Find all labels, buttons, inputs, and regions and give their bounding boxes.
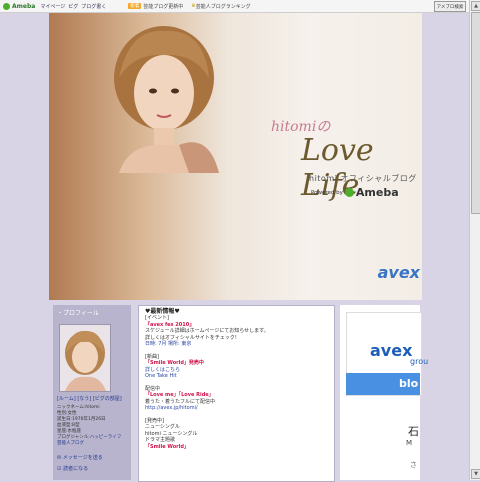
nav-pigg[interactable]: ピグ	[68, 3, 78, 10]
ameba-top-bar: Ameba マイページ ピグ ブログ書く 新着 芸能ブログ更新中 ♛ 芸能人ブロ…	[0, 0, 470, 13]
ameblo-search-button[interactable]: アメブロ検索	[434, 1, 466, 12]
ameba-leaf-icon	[3, 2, 10, 10]
ad-text-2: M	[406, 439, 413, 447]
ad-text-3: さ	[410, 461, 417, 469]
scroll-down-arrow-icon[interactable]: ▼	[471, 469, 480, 479]
blog-entry-column: ♥最新情報♥ [イベント] 『avex fes 2010』 スケジュール詳細はホ…	[138, 305, 335, 482]
profile-heading: ・プロフィール	[57, 310, 99, 317]
profile-links[interactable]: [ルーム] [なう] [ピグの部屋]	[57, 395, 127, 402]
profile-photo-image	[65, 330, 106, 391]
latest-info-entry: ♥最新情報♥ [イベント] 『avex fes 2010』 スケジュール詳細はホ…	[139, 306, 334, 453]
avex-group-sub: grou	[410, 357, 429, 366]
genre-extra-link[interactable]: 芸能人ブログ	[57, 441, 127, 447]
blog-tab[interactable]: blo	[346, 373, 420, 395]
vertical-scrollbar[interactable]: ▲ ▼	[469, 0, 480, 480]
promo-text: 芸能ブログ更新中	[143, 3, 184, 10]
avex-group-logo: avex	[370, 341, 413, 360]
nav-write-blog[interactable]: ブログ書く	[81, 3, 106, 10]
profile-info: ニックネーム:hitomi 性別:女性 誕生日:1976年1月26日 血液型:B…	[57, 405, 127, 447]
ad-text-1: 石	[408, 425, 419, 438]
header-portrait-image	[114, 26, 219, 173]
top-nav: マイページ ピグ ブログ書く	[40, 3, 106, 10]
genre-link[interactable]: ハッピーライフ	[90, 435, 122, 440]
ameba-logo[interactable]: Ameba	[3, 2, 35, 10]
ameba-leaf-icon	[344, 188, 354, 197]
scroll-up-arrow-icon[interactable]: ▲	[471, 1, 480, 11]
right-sidebar-ad: avex grou blo 石 M さ	[340, 305, 428, 480]
ranking-link[interactable]: 芸能人ブログランキング	[196, 3, 251, 10]
event-line[interactable]: 日時: 7月 場所: 東京	[145, 341, 328, 347]
new-badge: 新着	[128, 3, 142, 9]
mail-icon: ✉	[57, 455, 62, 461]
promo-link[interactable]: 新着 芸能ブログ更新中	[128, 3, 183, 10]
nav-mypage[interactable]: マイページ	[40, 3, 65, 10]
download-line[interactable]: http://avex.jp/hitomi/	[145, 405, 328, 411]
reader-icon: ☑	[57, 466, 62, 472]
profile-sidebar: ・プロフィール [ルーム] [なう] [ピグの部屋] ニックネーム:hitomi…	[53, 305, 131, 480]
powered-by-ameba: Powered by Ameba	[311, 186, 399, 199]
blog-header-banner[interactable]: hitomiの Love Life hitomi オフィシャルブログ Power…	[49, 13, 422, 300]
profile-actions: ✉ メッセージを送る ☑ 読者になる	[57, 453, 127, 475]
send-message-link[interactable]: ✉ メッセージを送る	[57, 453, 127, 464]
scroll-thumb[interactable]	[471, 12, 480, 214]
blog-subtitle: hitomi オフィシャルブログ	[309, 174, 417, 183]
avex-logo: avex	[377, 263, 420, 282]
profile-photo[interactable]	[59, 324, 111, 392]
become-reader-link[interactable]: ☑ 読者になる	[57, 464, 127, 475]
release-song[interactable]: 「Smile World」	[145, 444, 328, 450]
new-line[interactable]: One Take Hit	[145, 373, 328, 379]
